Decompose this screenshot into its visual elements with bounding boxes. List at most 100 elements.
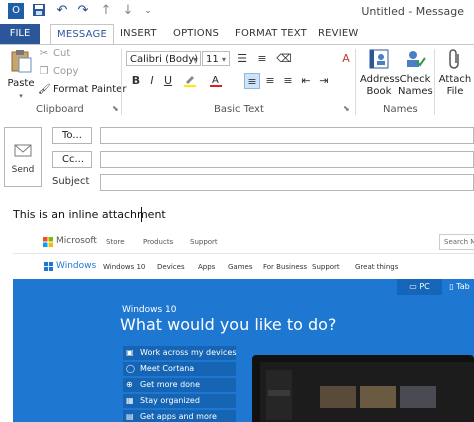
basic-text-launcher-icon[interactable]: ⬊ <box>343 104 350 113</box>
win-nav-business: For Business <box>263 263 308 271</box>
check-names-button[interactable]: Check Names <box>398 48 433 98</box>
cc-field[interactable] <box>100 151 474 168</box>
address-book-label-line1: Address <box>360 74 400 85</box>
tab-message[interactable]: MESSAGE <box>50 24 114 44</box>
paste-button[interactable]: Paste ▾ <box>4 48 38 102</box>
hero-item-label: Meet Cortana <box>140 364 195 373</box>
format-painter-button[interactable]: 🖌 Format Painter <box>38 84 126 95</box>
svg-text:A: A <box>212 75 219 86</box>
subject-field[interactable] <box>100 174 474 191</box>
copy-icon: ❐ <box>39 66 49 77</box>
highlight-icon[interactable] <box>182 73 198 89</box>
font-color-icon[interactable]: A <box>208 73 224 89</box>
ribbon-tabs: FILE MESSAGE INSERT OPTIONS FORMAT TEXT … <box>0 24 474 44</box>
styles-icon[interactable]: A <box>338 51 354 67</box>
save-icon[interactable] <box>31 3 47 19</box>
title-bar: O ↶ ↷ ↑ ↓ ⌄ Untitled - Message <box>0 0 474 24</box>
ribbon: Paste ▾ ✂ Cut ❐ Copy 🖌 Format Painter Clipb… <box>0 44 474 118</box>
clipboard-group-label: Clipboard <box>36 104 84 115</box>
inline-attachment-image: Microsoft Store Products Support Search … <box>13 230 474 422</box>
subject-label: Subject <box>52 176 90 187</box>
windows-logo-icon <box>44 262 53 271</box>
arrow-up-icon[interactable]: ↑ <box>98 3 114 19</box>
cc-button[interactable]: Cc... <box>52 151 92 168</box>
bullets-icon[interactable]: ☰ <box>234 51 250 67</box>
copy-label: Copy <box>53 66 79 77</box>
redo-icon[interactable]: ↷ <box>75 3 91 19</box>
attach-file-button[interactable]: Attach File <box>437 48 473 98</box>
monitor-icon: ▭ <box>409 282 420 291</box>
clipboard-launcher-icon[interactable]: ⬊ <box>112 104 119 113</box>
cut-label: Cut <box>53 48 71 59</box>
tab-insert[interactable]: INSERT <box>120 28 157 39</box>
win-nav-support: Support <box>312 263 340 271</box>
nav-store: Store <box>106 238 125 246</box>
devices-icon: ▣ <box>126 348 134 357</box>
cut-button[interactable]: ✂ Cut <box>38 48 70 59</box>
align-right-icon[interactable]: ≡ <box>280 73 296 89</box>
text-caret <box>141 207 142 222</box>
tab-options[interactable]: OPTIONS <box>173 28 219 39</box>
italic-icon[interactable]: I <box>144 73 160 89</box>
copy-button[interactable]: ❐ Copy <box>38 66 79 77</box>
hero-subtitle: Windows 10 <box>122 305 177 315</box>
paste-icon <box>11 50 32 73</box>
customize-icon[interactable]: ⌄ <box>140 3 156 19</box>
scissors-icon: ✂ <box>39 48 49 59</box>
device-tab-pc-label: PC <box>419 282 430 291</box>
nav-products: Products <box>143 238 174 246</box>
undo-icon[interactable]: ↶ <box>54 3 70 19</box>
decrease-indent-icon[interactable]: ⇤ <box>298 73 314 89</box>
hero-item: ▤ Get apps and more <box>123 410 236 422</box>
to-button[interactable]: To... <box>52 127 92 144</box>
numbering-icon[interactable]: ≡ <box>254 51 270 67</box>
address-book-icon <box>369 49 389 69</box>
hero-item-label: Stay organized <box>140 396 200 405</box>
tab-format-text[interactable]: FORMAT TEXT <box>235 28 307 39</box>
address-book-label-line2: Book <box>366 86 392 97</box>
address-book-button[interactable]: Address Book <box>360 48 400 98</box>
device-tab-pc: ▭ PC <box>397 279 442 295</box>
screen-thumbnail <box>320 386 356 408</box>
underline-icon[interactable]: U <box>160 73 176 89</box>
check-names-label-line1: Check <box>399 74 431 85</box>
store-icon: ▤ <box>126 412 134 421</box>
window-title: Untitled - Message <box>361 5 464 18</box>
hero-item: ▣ Work across my devices <box>123 346 237 360</box>
font-size-select[interactable]: 11 ▾ <box>202 51 230 66</box>
bold-icon[interactable]: B <box>128 73 144 89</box>
message-body-text[interactable]: This is an inline attachment <box>13 208 166 221</box>
to-field[interactable] <box>100 127 474 144</box>
send-button[interactable]: Send <box>4 127 42 187</box>
laptop-image <box>252 355 474 422</box>
hero-banner: ▭ PC ▯ Tab Windows 10 What would you lik… <box>13 279 474 422</box>
tab-review[interactable]: REVIEW <box>318 28 358 39</box>
paste-label: Paste <box>7 78 35 89</box>
device-tab-tablet-label: Tab <box>456 282 470 291</box>
laptop-screen <box>260 362 474 422</box>
windows-brand: Windows <box>56 261 97 271</box>
hero-item-label: Get more done <box>140 380 201 389</box>
attach-file-label-line1: Attach <box>438 74 472 85</box>
tab-file[interactable]: FILE <box>0 24 40 44</box>
compose-area: Send To... Cc... Subject This is an inli… <box>0 117 474 422</box>
hero-title: What would you like to do? <box>120 315 337 334</box>
paintbrush-icon: 🖌 <box>38 84 51 95</box>
increase-indent-icon[interactable]: ⇥ <box>316 73 332 89</box>
send-label: Send <box>11 165 35 175</box>
clear-formatting-icon[interactable]: ⌫ <box>276 51 292 67</box>
nav-support: Support <box>190 238 218 246</box>
align-left-icon[interactable]: ≡ <box>244 73 260 89</box>
windows-nav: Windows Windows 10 Devices Apps Games Fo… <box>13 254 474 280</box>
font-family-select[interactable]: Calibri (Body) ▾ <box>126 51 201 66</box>
screen-thumbnail <box>400 386 436 408</box>
microsoft-brand: Microsoft <box>56 236 97 246</box>
separator <box>121 49 122 115</box>
chevron-down-icon: ▾ <box>192 55 197 64</box>
win-nav-devices: Devices <box>157 263 185 271</box>
align-center-icon[interactable]: ≡ <box>262 73 278 89</box>
names-group-label: Names <box>383 104 418 115</box>
arrow-down-icon[interactable]: ↓ <box>120 3 136 19</box>
send-icon <box>14 144 32 157</box>
win-nav-great-things: Great things <box>355 263 399 271</box>
